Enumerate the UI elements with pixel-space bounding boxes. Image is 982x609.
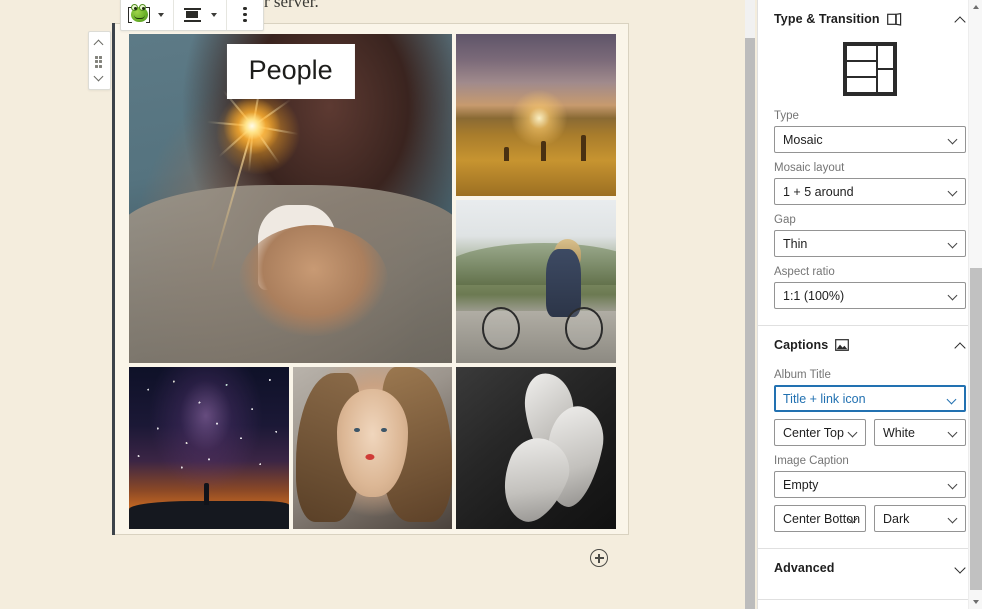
block-type-button[interactable] [125,0,153,30]
chevron-down-icon [95,75,104,80]
drag-handle-icon [94,55,105,68]
select-album-title-color-value: White [883,425,915,440]
select-aspect-ratio-value: 1:1 (100%) [783,288,845,303]
mosaic-gallery: People [129,34,616,529]
align-center-button[interactable] [178,0,206,30]
caret-down-icon [158,12,164,17]
chevron-down-icon [955,565,966,572]
chevron-down-icon [949,136,958,142]
gallery-image-sunset-field-silhouettes[interactable] [456,34,616,197]
chevron-down-icon [849,515,858,521]
select-album-title-position-value: Center Top [783,425,844,440]
scroll-up-button[interactable] [969,0,982,14]
panel-advanced: Advanced [758,549,982,600]
selected-gallery-block[interactable]: People [112,23,629,535]
image-caption-options-row: Center Botton Dark [774,505,966,532]
alignment-dropdown-button[interactable] [206,0,222,30]
chevron-down-icon [849,429,858,435]
select-mosaic-layout[interactable]: 1 + 5 around [774,178,966,205]
chevron-down-icon [949,429,958,435]
select-album-title-color[interactable]: White [874,419,966,446]
photo-cyclist [456,200,616,363]
panel-type-and-transition: Type & Transition Type Mosaic Mosaic lay… [758,0,982,326]
editor-canvas: n even be on another server. [0,0,755,609]
gallery-image-woman-with-bicycle[interactable] [456,200,616,363]
chevron-down-icon [949,188,958,194]
block-type-dropdown-button[interactable] [153,0,169,30]
move-up-button[interactable] [89,36,110,51]
panel-title: Captions [774,338,829,352]
select-album-title[interactable]: Title + link icon [774,385,966,412]
block-toolbar [120,0,264,31]
settings-sidebar: Type & Transition Type Mosaic Mosaic lay… [757,0,982,609]
book-flip-icon [886,12,902,26]
more-options-button[interactable] [231,0,259,30]
align-center-icon [183,7,201,23]
panel-header-captions[interactable]: Captions [774,326,966,360]
photo-milky-way [129,366,289,529]
alignment-group [174,0,227,30]
gallery-image-woman-holding-sparkler[interactable]: People [129,34,453,363]
chevron-up-icon [95,41,104,46]
chevron-down-icon [949,481,958,487]
block-type-group [121,0,174,30]
more-options-group [227,0,263,30]
select-image-caption-color-value: Dark [883,511,910,526]
gutenberg-editor-screen: n even be on another server. [0,0,982,609]
move-down-button[interactable] [89,70,110,85]
panel-captions: Captions Album Title Title + link icon C… [758,326,982,549]
image-caption-icon [835,339,850,351]
gallery-image-portrait-red-lips[interactable] [292,366,453,529]
select-image-caption-color[interactable]: Dark [874,505,966,532]
drag-handle-button[interactable] [89,53,110,68]
panel-title: Advanced [774,561,835,575]
album-title-overlay[interactable]: People [226,44,355,99]
album-title-options-row: Center Top White [774,419,966,446]
select-album-title-value: Title + link icon [783,391,866,406]
gallery-image-black-white-feet[interactable] [456,366,616,529]
photo-feet [456,366,616,529]
panel-title: Type & Transition [774,12,880,26]
photo-sunset-field [456,34,616,197]
label-album-title: Album Title [774,369,831,381]
label-type: Type [774,110,799,122]
sidebar-scrollbar[interactable] [968,0,982,609]
photo-portrait [292,366,453,529]
select-image-caption-position[interactable]: Center Botton [774,505,866,532]
label-aspect-ratio: Aspect ratio [774,266,835,278]
chevron-down-icon [948,396,957,402]
block-mover[interactable] [88,31,111,90]
select-type-value: Mosaic [783,132,823,147]
select-image-caption-value: Empty [783,477,819,492]
select-aspect-ratio[interactable]: 1:1 (100%) [774,282,966,309]
label-image-caption: Image Caption [774,455,849,467]
panel-header-type-and-transition[interactable]: Type & Transition [774,0,966,34]
panel-header-advanced[interactable]: Advanced [774,549,966,583]
select-image-caption[interactable]: Empty [774,471,966,498]
select-gap[interactable]: Thin [774,230,966,257]
chevron-up-icon [955,342,966,349]
nextgen-frog-icon [127,4,151,26]
gallery-image-milky-way-stargazer[interactable] [129,366,289,529]
caret-down-icon [211,12,217,17]
scroll-down-button[interactable] [969,595,982,609]
canvas-scrollbar-thumb[interactable] [745,38,755,609]
label-mosaic-layout: Mosaic layout [774,162,845,174]
chevron-down-icon [949,240,958,246]
select-album-title-position[interactable]: Center Top [774,419,866,446]
select-type[interactable]: Mosaic [774,126,966,153]
canvas-scrollbar[interactable] [745,0,755,609]
select-gap-value: Thin [783,236,808,251]
chevron-down-icon [949,515,958,521]
sidebar-scrollbar-thumb[interactable] [970,268,982,590]
chevron-up-icon [955,16,966,23]
chevron-down-icon [949,292,958,298]
select-mosaic-layout-value: 1 + 5 around [783,184,854,199]
kebab-menu-icon [243,7,247,22]
mosaic-layout-preview [843,42,897,96]
label-gap: Gap [774,214,796,226]
add-block-button[interactable] [590,549,608,567]
